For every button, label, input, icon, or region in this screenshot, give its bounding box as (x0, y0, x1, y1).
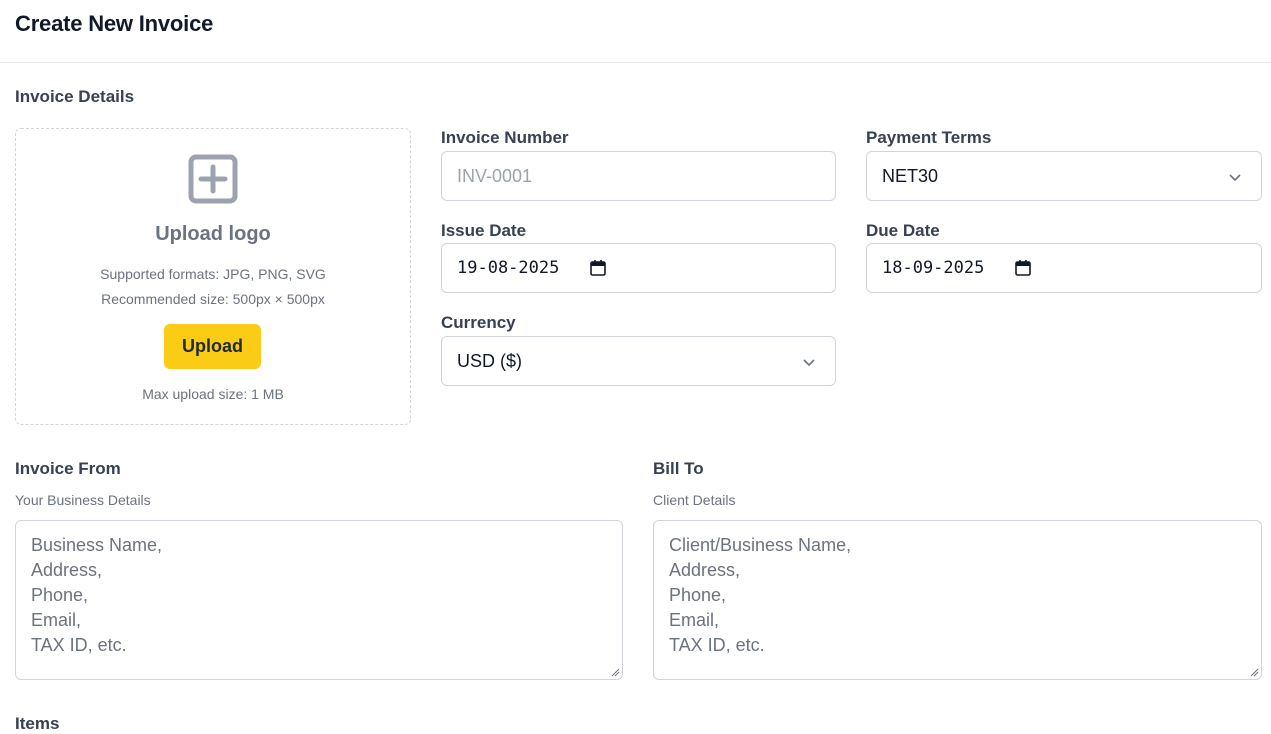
payment-terms-select[interactable]: NET30 (866, 151, 1262, 201)
invoice-from-textarea[interactable]: Business Name, Address, Phone, Email, TA… (15, 520, 623, 680)
payment-terms-label: Payment Terms (866, 128, 992, 147)
placeholder-line: Client/Business Name, (669, 535, 852, 555)
issue-date-value: 19-08-2025 (457, 258, 560, 278)
bill-to-textarea[interactable]: Client/Business Name, Address, Phone, Em… (653, 520, 1262, 680)
invoice-number-input[interactable]: INV-0001 (441, 151, 836, 201)
invoice-number-placeholder: INV-0001 (457, 165, 533, 186)
currency-select[interactable]: USD ($) (441, 336, 836, 386)
invoice-from-heading: Invoice From (15, 459, 121, 478)
calendar-icon[interactable] (1014, 259, 1032, 277)
resize-handle-icon[interactable] (1249, 667, 1259, 677)
currency-value: USD ($) (457, 350, 523, 371)
placeholder-line: Phone, (31, 585, 89, 605)
invoice-number-label: Invoice Number (441, 128, 569, 147)
payment-terms-value: NET30 (882, 165, 939, 186)
invoice-from-subtitle: Your Business Details (15, 492, 151, 508)
placeholder-line: Address, (669, 560, 741, 580)
upload-logo-title: Upload logo (155, 223, 271, 245)
page-title: Create New Invoice (15, 11, 214, 36)
chevron-down-icon (803, 359, 815, 367)
chevron-down-icon (1229, 174, 1241, 182)
items-heading: Items (15, 714, 60, 733)
resize-handle-icon[interactable] (610, 667, 620, 677)
upload-button[interactable]: Upload (164, 324, 261, 369)
bill-to-heading: Bill To (653, 459, 704, 478)
due-date-value: 18-09-2025 (882, 258, 985, 278)
due-date-label: Due Date (866, 221, 940, 240)
issue-date-label: Issue Date (441, 221, 527, 240)
logo-upload-dropzone[interactable]: Upload logo Supported formats: JPG, PNG,… (15, 128, 411, 425)
placeholder-line: Phone, (669, 585, 727, 605)
bill-to-subtitle: Client Details (653, 492, 736, 508)
max-upload-size-hint: Max upload size: 1 MB (142, 386, 284, 402)
placeholder-line: Email, (31, 610, 82, 630)
recommended-size-hint: Recommended size: 500px × 500px (101, 291, 325, 307)
invoice-details-heading: Invoice Details (15, 87, 135, 106)
placeholder-line: Business Name, (31, 535, 163, 555)
supported-formats-hint: Supported formats: JPG, PNG, SVG (100, 266, 326, 282)
placeholder-line: Address, (31, 560, 103, 580)
placeholder-line: TAX ID, etc. (31, 635, 127, 655)
issue-date-input[interactable]: 19-08-2025 (441, 243, 836, 293)
plus-square-icon (188, 154, 238, 204)
placeholder-line: Email, (669, 610, 720, 630)
placeholder-line: TAX ID, etc. (669, 635, 765, 655)
due-date-input[interactable]: 18-09-2025 (866, 243, 1262, 293)
calendar-icon[interactable] (589, 259, 607, 277)
top-bar: Create New Invoice (0, 0, 1271, 63)
currency-label: Currency (441, 313, 516, 332)
